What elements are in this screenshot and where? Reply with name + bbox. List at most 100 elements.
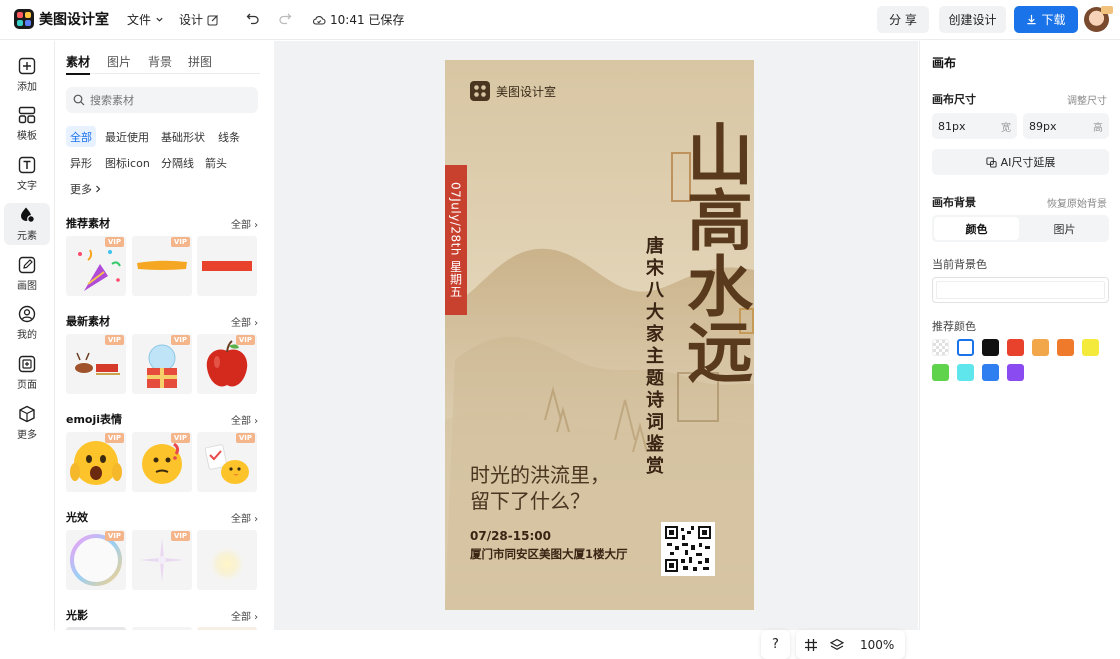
nav-elements[interactable]: 元素 [4, 203, 50, 245]
app-logo[interactable]: 美图设计室 [14, 9, 109, 29]
asset-red-apple[interactable]: VIP [197, 334, 257, 394]
color-swatch-orange[interactable] [1057, 339, 1074, 356]
poster-title[interactable]: 山高水远 [676, 120, 754, 384]
asset-snow-globe-gift[interactable]: VIP [132, 334, 192, 394]
tab-backgrounds[interactable]: 背景 [148, 53, 172, 70]
app-name: 美图设计室 [39, 12, 109, 28]
layers-icon[interactable] [830, 638, 844, 652]
search-icon [73, 94, 85, 106]
help-button[interactable]: ? [761, 630, 790, 659]
chip-irregular[interactable]: 异形 [66, 152, 96, 173]
poster-brand[interactable]: 美图设计室 [470, 81, 556, 101]
asset-glow[interactable] [197, 530, 257, 590]
asset-red-bar[interactable] [197, 236, 257, 296]
poster-canvas[interactable]: 美图设计室 07July/28th 星期五 山高水远 唐宋八大家主题诗词鉴赏 时… [445, 60, 754, 610]
chip-arrows[interactable]: 箭头 [201, 152, 231, 173]
share-button[interactable]: 分 享 [877, 6, 929, 33]
chip-dividers[interactable]: 分隔线 [157, 152, 198, 173]
color-swatch-purple[interactable] [1007, 364, 1024, 381]
nav-page[interactable]: 页面 [4, 352, 50, 394]
asset-emoji-checklist[interactable]: VIP [197, 432, 257, 492]
create-design-button[interactable]: 创建设计 [939, 6, 1006, 33]
width-unit: 宽 [1001, 122, 1011, 134]
zoom-level[interactable]: 100% [860, 638, 894, 652]
current-bg-swatch[interactable] [932, 277, 1109, 303]
chip-all[interactable]: 全部 [66, 126, 96, 147]
nav-text[interactable]: 文字 [4, 153, 50, 195]
redo-button[interactable] [278, 11, 292, 25]
undo-button[interactable] [246, 11, 260, 25]
color-swatch-yellow[interactable] [1082, 339, 1099, 356]
poster-quote[interactable]: 时光的洪流里， 留下了什么？ [470, 462, 610, 514]
asset-emoji-shocked[interactable]: VIP [66, 432, 126, 492]
share-button-label: 分 享 [889, 13, 917, 27]
grid-icon[interactable] [804, 638, 818, 652]
section-all-light-effects[interactable]: 全部 › [231, 510, 258, 525]
tab-materials[interactable]: 素材 [66, 53, 91, 75]
vip-badge: VIP [170, 335, 190, 345]
asset-search[interactable] [66, 87, 258, 113]
color-swatch-cyan[interactable] [957, 364, 974, 381]
chip-recent[interactable]: 最近使用 [101, 126, 153, 147]
asset-yellow-brush[interactable]: VIP [132, 236, 192, 296]
poster-brand-name: 美图设计室 [496, 84, 557, 99]
tab-collage[interactable]: 拼图 [188, 53, 212, 70]
see-all-label: 全部 [231, 612, 251, 623]
segment-color[interactable]: 颜色 [934, 217, 1019, 240]
cube-icon [19, 405, 35, 423]
panel-title: 画布 [932, 56, 957, 70]
section-all-recommended[interactable]: 全部 › [231, 216, 258, 231]
chip-basic-shapes[interactable]: 基础形状 [157, 126, 209, 147]
date-banner[interactable]: 07July/28th 星期五 [445, 165, 467, 315]
color-swatch-blue[interactable] [982, 364, 999, 381]
ai-size-extend-button[interactable]: AI尺寸延展 [932, 149, 1109, 175]
vip-crown-badge [1101, 6, 1113, 14]
download-button[interactable]: 下载 [1014, 6, 1078, 33]
redo-icon [279, 13, 292, 25]
nav-more[interactable]: 更多 [4, 402, 50, 444]
color-swatch-light-orange[interactable] [1032, 339, 1049, 356]
event-time[interactable]: 07/28-15:00 [470, 529, 551, 543]
color-swatch-transparent[interactable] [932, 339, 949, 356]
asset-party-popper[interactable]: VIP [66, 236, 126, 296]
save-status-text: 10:41 已保存 [330, 13, 405, 27]
nav-add[interactable]: 添加 [4, 54, 50, 96]
poster-subtitle[interactable]: 唐宋八大家主题诗词鉴赏 [641, 236, 665, 478]
nav-template[interactable]: 模板 [4, 103, 50, 145]
nav-mine[interactable]: 我的 [4, 302, 50, 344]
tab-images[interactable]: 图片 [107, 53, 131, 70]
restore-bg-link[interactable]: 恢复原始背景 [1047, 195, 1107, 210]
adjust-size-link[interactable]: 调整尺寸 [1067, 92, 1107, 107]
canvas-size-label: 画布尺寸 [932, 93, 976, 106]
section-all-emoji[interactable]: 全部 › [231, 412, 258, 427]
template-icon [18, 106, 36, 124]
see-all-label: 全部 [231, 318, 251, 329]
color-swatch-white-selected[interactable] [957, 339, 974, 356]
color-swatch-green[interactable] [932, 364, 949, 381]
chip-icons[interactable]: 图标icon [101, 152, 154, 173]
asset-emoji-thinking[interactable]: VIP [132, 432, 192, 492]
asset-tabs: 素材 图片 背景 拼图 [66, 53, 260, 75]
asset-bubble[interactable]: VIP [66, 530, 126, 590]
user-avatar[interactable] [1084, 6, 1113, 32]
section-all-latest[interactable]: 全部 › [231, 314, 258, 329]
ai-size-extend-label: AI尺寸延展 [1000, 156, 1056, 169]
event-address[interactable]: 厦门市同安区美图大厦1楼大厅 [470, 546, 628, 562]
current-bg-label: 当前背景色 [932, 258, 987, 271]
height-field[interactable]: 89px 高 [1023, 113, 1109, 139]
section-all-light-shadow[interactable]: 全部 › [231, 608, 258, 623]
width-field[interactable]: 81px 宽 [932, 113, 1017, 139]
plus-square-icon [18, 57, 36, 75]
qr-code[interactable] [661, 522, 715, 576]
nav-draw[interactable]: 画图 [4, 253, 50, 295]
segment-image[interactable]: 图片 [1022, 217, 1107, 240]
design-menu[interactable]: 设计 [179, 11, 219, 28]
file-menu[interactable]: 文件 [127, 11, 164, 28]
color-swatch-black[interactable] [982, 339, 999, 356]
chip-lines[interactable]: 线条 [214, 126, 244, 147]
search-input[interactable] [90, 93, 240, 107]
asset-sparkle[interactable]: VIP [132, 530, 192, 590]
asset-reindeer-sleigh[interactable]: VIP [66, 334, 126, 394]
color-swatch-red[interactable] [1007, 339, 1024, 356]
chip-more[interactable]: 更多 [66, 178, 106, 199]
